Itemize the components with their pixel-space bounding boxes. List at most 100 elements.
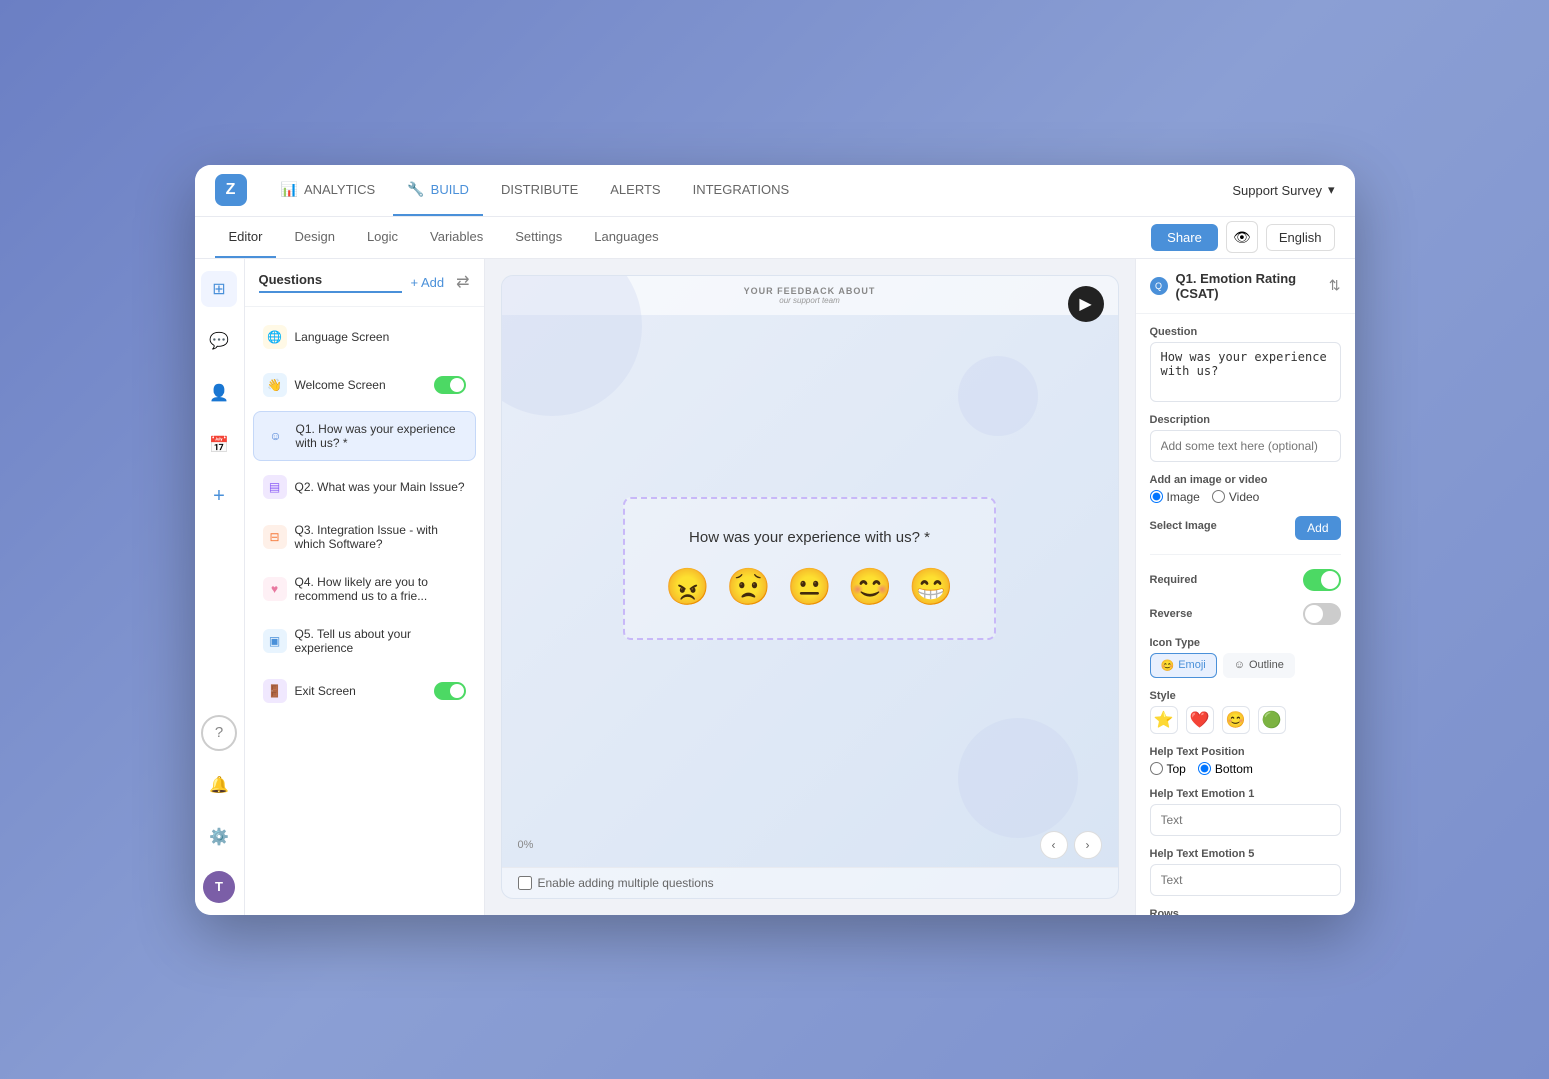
sidebar-icons: ⊞ 💬 👤 📅 + ? 🔔 ⚙️ T (195, 259, 245, 915)
nav-right: Support Survey ▾ (1232, 182, 1334, 198)
style-heart-button[interactable]: ❤️ (1186, 706, 1214, 734)
pos-bottom-label: Bottom (1215, 762, 1253, 776)
help-text-pos-label: Help Text Position (1150, 746, 1341, 758)
nav-tab-alerts-label: ALERTS (610, 182, 660, 197)
video-radio[interactable]: Video (1212, 490, 1259, 504)
emotion-face-5[interactable]: 😁 (909, 566, 954, 608)
exit-toggle[interactable] (434, 682, 466, 700)
questions-panel: Questions + Add ⇄ 🌐 Language Screen 👋 We… (245, 259, 485, 915)
settings-icon[interactable]: ⚙️ (201, 819, 237, 855)
nav-tab-alerts[interactable]: ALERTS (596, 165, 674, 217)
style-star-button[interactable]: ⭐ (1150, 706, 1178, 734)
sub-tab-settings[interactable]: Settings (501, 216, 576, 258)
question-field-input[interactable]: How was your experience with us? (1150, 342, 1341, 402)
description-field-input[interactable] (1150, 430, 1341, 462)
progress-text: 0% (518, 839, 534, 851)
rows-label: Rows (1150, 908, 1341, 915)
question-item-q5[interactable]: ▣ Q5. Tell us about your experience (253, 617, 476, 665)
add-image-button[interactable]: Add (1295, 516, 1340, 540)
analytics-icon: 📊 (281, 181, 298, 198)
question-item-q1[interactable]: ☺ Q1. How was your experience with us? * (253, 411, 476, 461)
main-layout: ⊞ 💬 👤 📅 + ? 🔔 ⚙️ T Questions + Add ⇄ 🌐 L… (195, 259, 1355, 915)
emoji-label: Emoji (1178, 659, 1206, 671)
right-panel-settings-icon[interactable]: ⇅ (1329, 277, 1341, 294)
sidebar-icon-user[interactable]: 👤 (201, 375, 237, 411)
outline-type-button[interactable]: ☺ Outline (1223, 653, 1295, 678)
nav-tab-build[interactable]: 🔧 BUILD (393, 165, 483, 217)
sub-tab-settings-label: Settings (515, 229, 562, 244)
required-toggle[interactable] (1303, 569, 1341, 591)
prev-button[interactable]: ‹ (1040, 831, 1068, 859)
q1-question-label: Q1. How was your experience with us? * (296, 422, 465, 450)
lang-question-icon: 🌐 (263, 325, 287, 349)
questions-header: Questions + Add ⇄ (245, 259, 484, 307)
required-row: Required (1150, 569, 1341, 591)
language-button[interactable]: English (1266, 224, 1335, 251)
style-smile-button[interactable]: 😊 (1222, 706, 1250, 734)
sub-tab-languages[interactable]: Languages (580, 216, 672, 258)
sub-tab-variables[interactable]: Variables (416, 216, 497, 258)
q5-question-label: Q5. Tell us about your experience (295, 627, 466, 655)
question-item-welcome[interactable]: 👋 Welcome Screen (253, 363, 476, 407)
sub-tab-design[interactable]: Design (280, 216, 348, 258)
help-emotion5-group: Help Text Emotion 5 (1150, 848, 1341, 896)
sub-tab-logic[interactable]: Logic (353, 216, 412, 258)
question-item-exit[interactable]: 🚪 Exit Screen (253, 669, 476, 713)
emotion-question-box: How was your experience with us? * 😠 😟 😐… (623, 497, 995, 640)
preview-next-ctrl-button[interactable]: › (1074, 831, 1102, 859)
icon-type-buttons: 😊 Emoji ☺ Outline (1150, 653, 1341, 678)
sidebar-icon-chat[interactable]: 💬 (201, 323, 237, 359)
pos-bottom-radio[interactable]: Bottom (1198, 762, 1253, 776)
avatar[interactable]: T (203, 871, 235, 903)
share-button[interactable]: Share (1151, 224, 1218, 251)
sidebar-icon-calendar[interactable]: 📅 (201, 427, 237, 463)
help-text-pos-group: Help Text Position Top Bottom (1150, 746, 1341, 776)
survey-selector[interactable]: Support Survey ▾ (1232, 182, 1334, 198)
sidebar-icon-grid[interactable]: ⊞ (201, 271, 237, 307)
preview-icon[interactable]: 👁 (1226, 221, 1258, 253)
question-badge: Q (1150, 277, 1168, 295)
emoji-type-button[interactable]: 😊 Emoji (1150, 653, 1217, 678)
style-circle-button[interactable]: 🟢 (1258, 706, 1286, 734)
image-radio[interactable]: Image (1150, 490, 1200, 504)
chevron-down-icon: ▾ (1328, 182, 1335, 198)
help-emotion5-input[interactable] (1150, 864, 1341, 896)
welcome-toggle[interactable] (434, 376, 466, 394)
question-item-q3[interactable]: ⊟ Q3. Integration Issue - with which Sof… (253, 513, 476, 561)
question-item-lang[interactable]: 🌐 Language Screen (253, 315, 476, 359)
enable-multiple-checkbox[interactable] (518, 876, 532, 890)
emotion-face-3[interactable]: 😐 (787, 566, 832, 608)
app-logo[interactable]: Z (215, 174, 247, 206)
pos-top-radio[interactable]: Top (1150, 762, 1186, 776)
emotion-face-4[interactable]: 😊 (848, 566, 893, 608)
rows-group: Rows ⊕ ✕ (1150, 908, 1341, 915)
emotion-face-1[interactable]: 😠 (665, 566, 710, 608)
right-panel-body: Question How was your experience with us… (1136, 314, 1355, 915)
help-icon[interactable]: ? (201, 715, 237, 751)
sub-tab-variables-label: Variables (430, 229, 483, 244)
pos-top-label: Top (1167, 762, 1186, 776)
preview-area: YOUR FEEDBACK ABOUT our support team ▶ H… (485, 259, 1135, 915)
question-item-q4[interactable]: ♥ Q4. How likely are you to recommend us… (253, 565, 476, 613)
help-emotion1-label: Help Text Emotion 1 (1150, 788, 1341, 800)
description-field-group: Description (1150, 414, 1341, 462)
help-emotion1-input[interactable] (1150, 804, 1341, 836)
style-group: Style ⭐ ❤️ 😊 🟢 (1150, 690, 1341, 734)
sub-tab-editor[interactable]: Editor (215, 216, 277, 258)
add-question-button[interactable]: + Add (402, 271, 452, 294)
reverse-toggle[interactable] (1303, 603, 1341, 625)
nav-tab-integrations[interactable]: INTEGRATIONS (679, 165, 804, 217)
nav-tab-distribute[interactable]: DISTRIBUTE (487, 165, 592, 217)
next-button[interactable]: ▶ (1068, 286, 1104, 322)
select-image-label: Select Image (1150, 520, 1217, 532)
emotion-face-2[interactable]: 😟 (726, 566, 771, 608)
reorder-button[interactable]: ⇄ (456, 272, 469, 292)
bell-icon[interactable]: 🔔 (201, 767, 237, 803)
nav-tab-analytics[interactable]: 📊 ANALYTICS (267, 165, 390, 217)
top-nav: Z 📊 ANALYTICS 🔧 BUILD DISTRIBUTE ALERTS … (195, 165, 1355, 217)
sub-nav-right: Share 👁 English (1151, 221, 1334, 253)
enable-label: Enable adding multiple questions (538, 876, 714, 890)
sub-tab-design-label: Design (294, 229, 334, 244)
question-item-q2[interactable]: ▤ Q2. What was your Main Issue? (253, 465, 476, 509)
sidebar-icon-add[interactable]: + (201, 479, 237, 515)
